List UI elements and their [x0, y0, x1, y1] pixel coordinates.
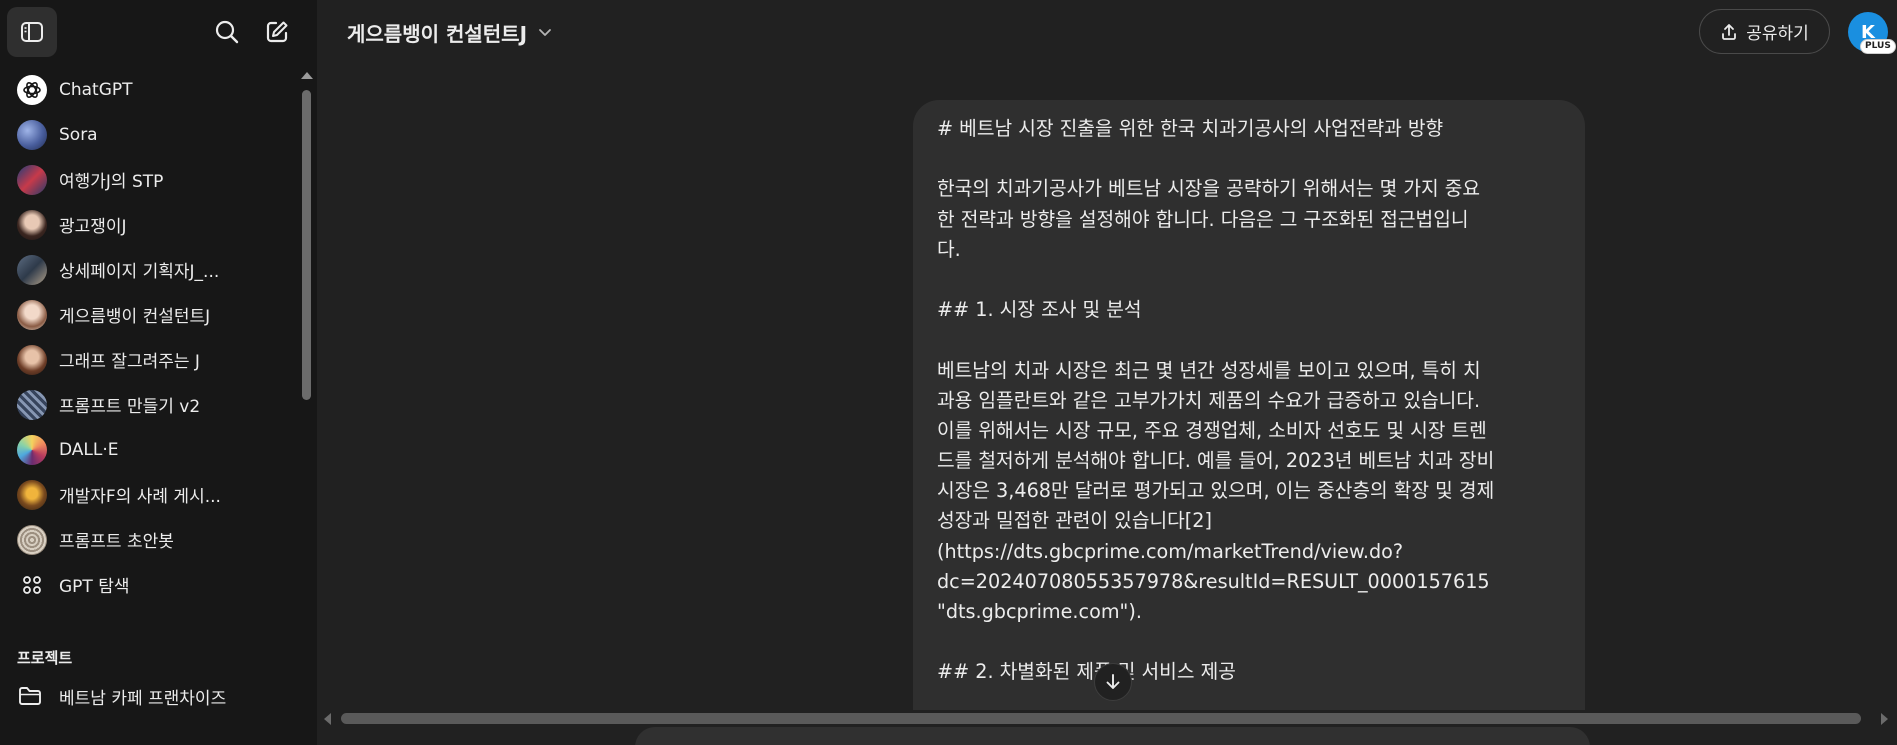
- sidebar-item-label: DALL·E: [59, 439, 119, 460]
- sidebar-item-label: ChatGPT: [59, 79, 133, 100]
- chevron-down-icon: [537, 24, 553, 40]
- gpt-avatar-icon: [17, 164, 47, 195]
- sidebar-item-detail-page-planner[interactable]: 상세페이지 기획자J_...: [0, 247, 300, 292]
- sidebar-project-vietnam-cafe[interactable]: 베트남 카페 프랜차이즈: [17, 680, 226, 712]
- message-line: 과용 임플란트와 같은 고부가가치 제품의 수요가 급증하고 있습니다.: [937, 388, 1481, 412]
- grid-icon: [17, 570, 47, 600]
- message-line: ## 1. 시장 조사 및 분석: [937, 298, 1142, 322]
- gpt-avatar-icon: [17, 524, 47, 555]
- message-line: 한국의 치과기공사가 베트남 시장을 공략하기 위해서는 몇 가지 중요: [937, 177, 1481, 201]
- sidebar-gpt-list: ChatGPT Sora 여행가J의 STP 광고쟁이J 상세페이지 기획자J_…: [0, 67, 300, 607]
- sidebar-item-sora[interactable]: Sora: [0, 112, 300, 157]
- horizontal-scroll-left-arrow[interactable]: [324, 713, 331, 725]
- share-icon: [1720, 23, 1738, 41]
- sidebar-item-travel-stp[interactable]: 여행가J의 STP: [0, 157, 300, 202]
- sidebar-item-dalle[interactable]: DALL·E: [0, 427, 300, 472]
- share-button-label: 공유하기: [1746, 24, 1809, 44]
- sidebar-item-label: 프롬프트 만들기 v2: [59, 397, 201, 417]
- projects-section-title: 프로젝트: [17, 649, 73, 667]
- message-line: 드를 철저하게 분석해야 합니다. 예를 들어, 2023년 베트남 치과 장비: [937, 449, 1495, 473]
- sidebar-item-prompt-maker-v2[interactable]: 프롬프트 만들기 v2: [0, 382, 300, 427]
- sidebar-item-ad-maker[interactable]: 광고쟁이J: [0, 202, 300, 247]
- user-message-bubble: # 베트남 시장 진출을 위한 한국 치과기공사의 사업전략과 방향한국의 치과…: [913, 100, 1585, 710]
- sidebar-item-label: 게으름뱅이 컨설턴트J: [59, 307, 211, 327]
- search-chats-button[interactable]: [207, 12, 247, 52]
- arrow-down-icon: [1106, 674, 1120, 689]
- search-icon: [215, 20, 239, 44]
- gpt-avatar-icon: [17, 344, 47, 375]
- message-line: 성장과 밀접한 관련이 있습니다[2]: [937, 509, 1212, 533]
- plan-badge: PLUS: [1860, 39, 1896, 54]
- sidebar-item-prompt-draft-bot[interactable]: 프롬프트 초안봇: [0, 517, 300, 562]
- message-line: [937, 265, 1561, 295]
- message-line: [937, 627, 1561, 657]
- horizontal-scroll-right-arrow[interactable]: [1881, 713, 1888, 725]
- gpt-avatar-icon: [17, 299, 47, 330]
- scroll-to-bottom-button[interactable]: [1094, 663, 1132, 701]
- message-line: 한 전략과 방향을 설정해야 합니다. 다음은 그 구조화된 접근법입니: [937, 207, 1469, 231]
- sidebar-item-label: Sora: [59, 124, 98, 145]
- sidebar-item-label: 광고쟁이J: [59, 217, 127, 237]
- message-line: dc=20240708055357978&resultId=RESULT_000…: [937, 569, 1490, 593]
- sidebar-project-label: 베트남 카페 프랜차이즈: [59, 688, 227, 709]
- message-line: "dts.gbcprime.com").: [937, 600, 1142, 623]
- sora-avatar-icon: [17, 119, 47, 150]
- sidebar-item-explore-gpts[interactable]: GPT 탐색: [0, 562, 300, 607]
- message-line: [937, 325, 1561, 355]
- chatgpt-logo-icon: [17, 74, 47, 105]
- gpt-selector[interactable]: 게으름뱅이 컨설턴트J: [347, 17, 553, 47]
- message-line: 시장은 3,468만 달러로 평가되고 있으며, 이는 중산층의 확장 및 경제: [937, 479, 1495, 503]
- sidebar-item-lazy-consultant[interactable]: 게으름뱅이 컨설턴트J: [0, 292, 300, 337]
- gpt-avatar-icon: [17, 389, 47, 420]
- message-composer[interactable]: [635, 727, 1590, 745]
- message-line: 다.: [937, 237, 961, 261]
- message-line: 베트남의 치과 시장은 최근 몇 년간 성장세를 보이고 있으며, 특히 치: [937, 358, 1481, 382]
- new-chat-button[interactable]: [257, 12, 297, 52]
- message-line: ## 2. 차별화된 제품 및 서비스 제공: [937, 660, 1236, 684]
- sidebar-scrollbar-thumb[interactable]: [302, 90, 311, 400]
- dalle-avatar-icon: [17, 434, 47, 465]
- sidebar-scroll-up-arrow[interactable]: [301, 72, 313, 79]
- edit-icon: [266, 21, 288, 43]
- message-line: # 베트남 시장 진출을 위한 한국 치과기공사의 사업전략과 방향: [937, 117, 1444, 140]
- page-title: 게으름뱅이 컨설턴트J: [347, 21, 528, 46]
- sidebar-item-label: 그래프 잘그려주는 J: [59, 352, 200, 372]
- sidebar-toggle-icon: [21, 22, 43, 42]
- folder-icon: [19, 687, 41, 705]
- gpt-avatar-icon: [17, 479, 47, 510]
- sidebar: ChatGPT Sora 여행가J의 STP 광고쟁이J 상세페이지 기획자J_…: [0, 0, 317, 745]
- horizontal-scrollbar-thumb[interactable]: [341, 713, 1861, 724]
- sidebar-item-developer-cases[interactable]: 개발자F의 사례 게시...: [0, 472, 300, 517]
- sidebar-item-label: 여행가J의 STP: [59, 172, 164, 192]
- message-line: 이를 위해서는 시장 규모, 주요 경쟁업체, 소비자 선호도 및 시장 트렌: [937, 418, 1487, 442]
- sidebar-item-chatgpt[interactable]: ChatGPT: [0, 67, 300, 112]
- share-button[interactable]: 공유하기: [1699, 9, 1830, 54]
- message-line: [937, 144, 1561, 174]
- sidebar-item-label: 상세페이지 기획자J_...: [59, 262, 220, 282]
- sidebar-item-label: 개발자F의 사례 게시...: [59, 487, 221, 507]
- sidebar-toggle-button[interactable]: [7, 7, 57, 57]
- message-line: (https://dts.gbcprime.com/marketTrend/vi…: [937, 539, 1404, 563]
- sidebar-item-label: GPT 탐색: [59, 577, 130, 597]
- gpt-avatar-icon: [17, 254, 47, 285]
- chat-app: ChatGPT Sora 여행가J의 STP 광고쟁이J 상세페이지 기획자J_…: [0, 0, 1897, 745]
- sidebar-item-graph-drawer[interactable]: 그래프 잘그려주는 J: [0, 337, 300, 382]
- gpt-avatar-icon: [17, 209, 47, 240]
- sidebar-item-label: 프롬프트 초안봇: [59, 532, 174, 552]
